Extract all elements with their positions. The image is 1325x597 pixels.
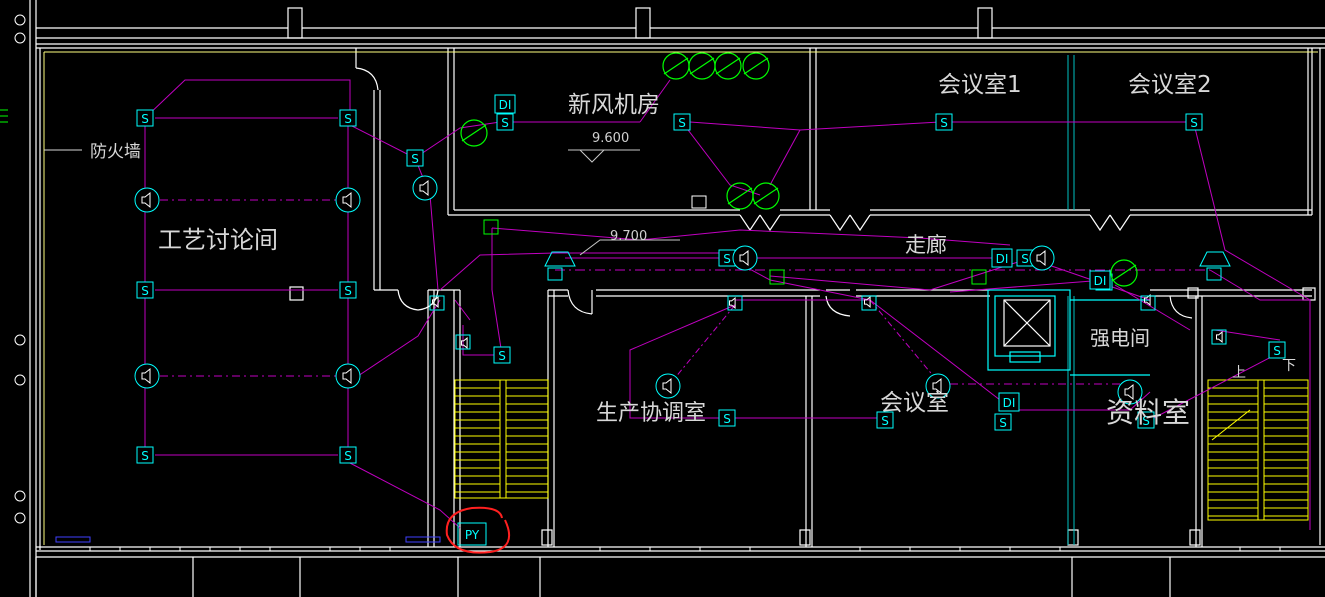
smoke-detector-icon[interactable]: S	[136, 281, 154, 299]
svg-text:S: S	[999, 416, 1007, 430]
damper-icon[interactable]: DI	[998, 392, 1020, 412]
left-edge-markers	[0, 14, 26, 524]
smoke-detector-icon[interactable]: S	[673, 113, 691, 131]
stair-left	[454, 379, 549, 499]
speaker-icon[interactable]	[655, 373, 681, 399]
smoke-detector-icon[interactable]: S	[339, 446, 357, 464]
svg-text:DI: DI	[1003, 396, 1016, 410]
svg-text:S: S	[940, 116, 948, 130]
speaker-icon[interactable]	[335, 187, 361, 213]
smoke-detector-icon[interactable]: S	[1185, 113, 1203, 131]
svg-text:S: S	[1021, 252, 1029, 266]
manual-button-icon[interactable]	[971, 269, 987, 285]
fan-icon[interactable]	[752, 182, 780, 210]
manual-button-icon[interactable]	[483, 219, 499, 235]
smoke-detector-icon[interactable]: S	[496, 113, 514, 131]
damper-icon[interactable]: DI	[1089, 270, 1111, 290]
label-production-coordination-room: 生产协调室	[596, 401, 706, 426]
smoke-detector-icon[interactable]: S	[136, 446, 154, 464]
damper-icon[interactable]: DI	[991, 248, 1013, 268]
smoke-detector-icon[interactable]: S	[339, 109, 357, 127]
alarm-bell-icon[interactable]	[1199, 251, 1231, 281]
exhaust-fan-code: PY	[465, 528, 480, 542]
svg-text:S: S	[141, 449, 149, 463]
label-process-discussion-room: 工艺讨论间	[158, 226, 278, 254]
fan-icon[interactable]	[714, 52, 742, 80]
fan-icon[interactable]	[460, 119, 488, 147]
label-fresh-air-room: 新风机房	[568, 92, 660, 118]
label-corridor: 走廊	[905, 233, 947, 257]
svg-text:S: S	[498, 349, 506, 363]
smoke-detector-icon[interactable]: S	[994, 413, 1012, 431]
svg-text:S: S	[141, 112, 149, 126]
label-stair-up: 上	[1232, 365, 1246, 381]
damper-icon[interactable]: DI	[494, 94, 516, 114]
speaker-icon[interactable]	[732, 245, 758, 271]
stair-right	[1207, 379, 1309, 521]
smoke-detector-icon[interactable]: S	[339, 281, 357, 299]
fan-icon[interactable]	[1110, 259, 1138, 287]
svg-text:S: S	[678, 116, 686, 130]
fan-icon[interactable]	[742, 52, 770, 80]
smoke-detector-icon[interactable]: S	[935, 113, 953, 131]
label-meeting-room-1: 会议室1	[938, 72, 1022, 98]
label-meeting-room-2: 会议室2	[1128, 72, 1212, 98]
svg-text:DI: DI	[1094, 274, 1107, 288]
speaker-icon[interactable]	[335, 363, 361, 389]
alarm-bell-icon[interactable]	[691, 195, 707, 209]
elevator-icon	[1003, 299, 1051, 347]
alarm-bell-icon[interactable]	[544, 251, 576, 281]
svg-text:S: S	[723, 252, 731, 266]
svg-text:S: S	[344, 112, 352, 126]
speaker-icon[interactable]	[134, 187, 160, 213]
svg-text:S: S	[1273, 344, 1281, 358]
svg-text:DI: DI	[499, 98, 512, 112]
speaker-icon[interactable]	[1029, 245, 1055, 271]
smoke-detector-icon[interactable]: S	[136, 109, 154, 127]
floor-plan-canvas[interactable]: SSSSSSSSSSSSSSSSSSSS DIDIDIDI PY	[0, 0, 1325, 597]
elevation-9700: 9.700	[610, 229, 647, 244]
svg-text:S: S	[344, 449, 352, 463]
label-stair-down: 下	[1282, 358, 1296, 374]
exhaust-fan-py[interactable]: PY	[457, 522, 487, 546]
smoke-detector-icon[interactable]: S	[1268, 341, 1286, 359]
fan-icon[interactable]	[662, 52, 690, 80]
label-meeting-room: 会议室	[880, 390, 949, 416]
smoke-detector-icon[interactable]: S	[718, 409, 736, 427]
svg-text:S: S	[881, 414, 889, 428]
svg-text:DI: DI	[996, 252, 1009, 266]
svg-text:S: S	[1190, 116, 1198, 130]
label-strong-electric-room: 强电间	[1090, 326, 1150, 350]
speaker-icon[interactable]	[412, 175, 438, 201]
speaker-icon[interactable]	[461, 337, 468, 349]
elevation-9600: 9.600	[592, 131, 629, 146]
fan-icon[interactable]	[688, 52, 716, 80]
smoke-detector-icon[interactable]: S	[493, 346, 511, 364]
label-fire-wall: 防火墙	[90, 142, 141, 162]
smoke-detector-icon[interactable]: S	[406, 149, 424, 167]
svg-text:S: S	[501, 116, 509, 130]
label-archive-room: 资料室	[1106, 396, 1190, 429]
svg-text:S: S	[141, 284, 149, 298]
speaker-icon[interactable]	[1216, 331, 1223, 343]
fan-icon[interactable]	[726, 182, 754, 210]
svg-text:S: S	[723, 412, 731, 426]
svg-text:S: S	[344, 284, 352, 298]
manual-button-icon[interactable]	[1211, 329, 1227, 345]
svg-text:S: S	[411, 152, 419, 166]
speaker-icon[interactable]	[134, 363, 160, 389]
